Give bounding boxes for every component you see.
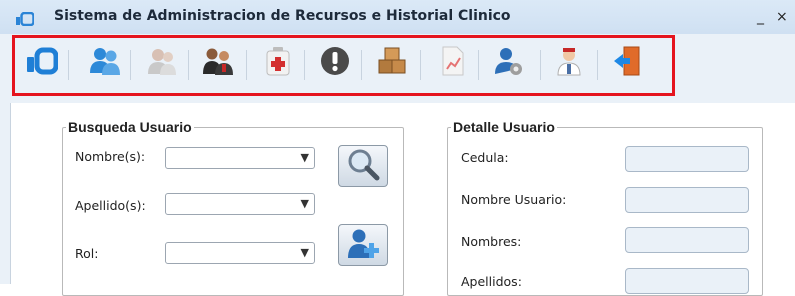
minimize-button[interactable]: _ xyxy=(757,9,764,25)
chevron-down-icon: ▼ xyxy=(300,197,309,210)
nombre-usuario-label: Nombre Usuario: xyxy=(461,192,567,207)
rol-label: Rol: xyxy=(75,246,99,261)
window-title: Sistema de Administracion de Recursos e … xyxy=(54,8,511,24)
nombres-label: Nombres: xyxy=(461,234,522,249)
nombre-label: Nombre(s): xyxy=(75,149,146,164)
chevron-down-icon: ▼ xyxy=(300,246,309,259)
search-user-legend: Busqueda Usuario xyxy=(68,119,192,135)
apellidos-field[interactable] xyxy=(625,268,749,294)
close-button[interactable]: × xyxy=(776,9,788,25)
app-logo-icon xyxy=(16,11,35,27)
search-button[interactable] xyxy=(338,145,388,187)
magnifier-icon xyxy=(346,147,380,185)
apellido-combo[interactable]: ▼ xyxy=(165,193,315,215)
nombre-combo[interactable]: ▼ xyxy=(165,147,315,169)
app-window: Sistema de Administracion de Recursos e … xyxy=(0,0,795,296)
add-user-icon xyxy=(346,226,380,264)
chevron-down-icon: ▼ xyxy=(300,151,309,164)
add-user-button[interactable] xyxy=(338,224,388,266)
apellido-label: Apellido(s): xyxy=(75,198,146,213)
toolbar-highlight xyxy=(12,35,675,96)
nombres-field[interactable] xyxy=(625,227,749,253)
user-detail-legend: Detalle Usuario xyxy=(453,119,555,135)
nombre-usuario-field[interactable] xyxy=(625,187,749,213)
cedula-label: Cedula: xyxy=(461,150,509,165)
cedula-field[interactable] xyxy=(625,146,749,172)
apellidos-label: Apellidos: xyxy=(461,274,522,289)
rol-combo[interactable]: ▼ xyxy=(165,242,315,264)
title-bar: Sistema de Administracion de Recursos e … xyxy=(0,0,795,35)
